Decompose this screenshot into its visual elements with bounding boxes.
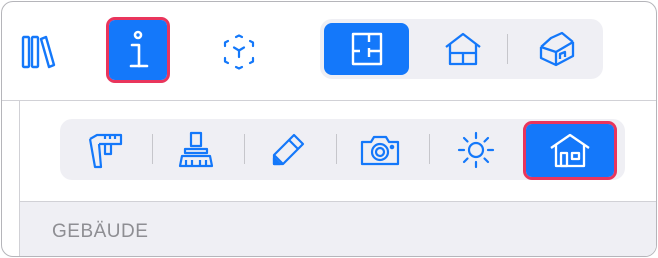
tool-measure[interactable] bbox=[72, 125, 136, 175]
segment-divider bbox=[336, 134, 337, 164]
info-button-fill bbox=[109, 20, 167, 80]
stamp-icon bbox=[176, 129, 216, 171]
section-header: GEBÄUDE bbox=[20, 201, 656, 256]
section-title: GEBÄUDE bbox=[52, 221, 149, 242]
view-mode-floor-plan[interactable] bbox=[324, 23, 409, 75]
info-button[interactable] bbox=[106, 17, 170, 83]
tool-pencil[interactable] bbox=[256, 125, 320, 175]
segment-divider bbox=[152, 134, 153, 164]
view-mode-section[interactable] bbox=[426, 23, 500, 75]
app-window: GEBÄUDE bbox=[1, 1, 657, 257]
segment-divider bbox=[244, 134, 245, 164]
ar-button[interactable] bbox=[214, 28, 264, 76]
floor-plan-icon bbox=[347, 29, 387, 69]
pencil-icon bbox=[268, 130, 308, 170]
view-mode-3d[interactable] bbox=[520, 23, 594, 75]
library-books-icon bbox=[18, 32, 58, 72]
camera-icon bbox=[358, 131, 402, 169]
library-button[interactable] bbox=[12, 28, 64, 76]
segment-divider bbox=[507, 34, 508, 64]
tool-sun[interactable] bbox=[444, 125, 508, 175]
view-mode-segmented-control bbox=[320, 19, 603, 79]
measure-caliper-icon bbox=[83, 129, 125, 171]
segment-divider bbox=[429, 134, 430, 164]
main-toolbar bbox=[2, 2, 656, 101]
sun-icon bbox=[455, 129, 497, 171]
building-icon bbox=[548, 131, 592, 171]
tool-camera[interactable] bbox=[348, 125, 412, 175]
tool-building[interactable] bbox=[523, 121, 617, 180]
tool-building-fill bbox=[526, 124, 614, 177]
inspector-tool-segmented-control bbox=[60, 119, 625, 180]
tool-stamp[interactable] bbox=[164, 125, 228, 175]
info-icon bbox=[121, 29, 155, 71]
inspector-panel: GEBÄUDE bbox=[19, 101, 656, 256]
house-section-icon bbox=[442, 29, 484, 69]
augmented-reality-cube-icon bbox=[219, 32, 259, 72]
house-3d-icon bbox=[536, 29, 578, 69]
